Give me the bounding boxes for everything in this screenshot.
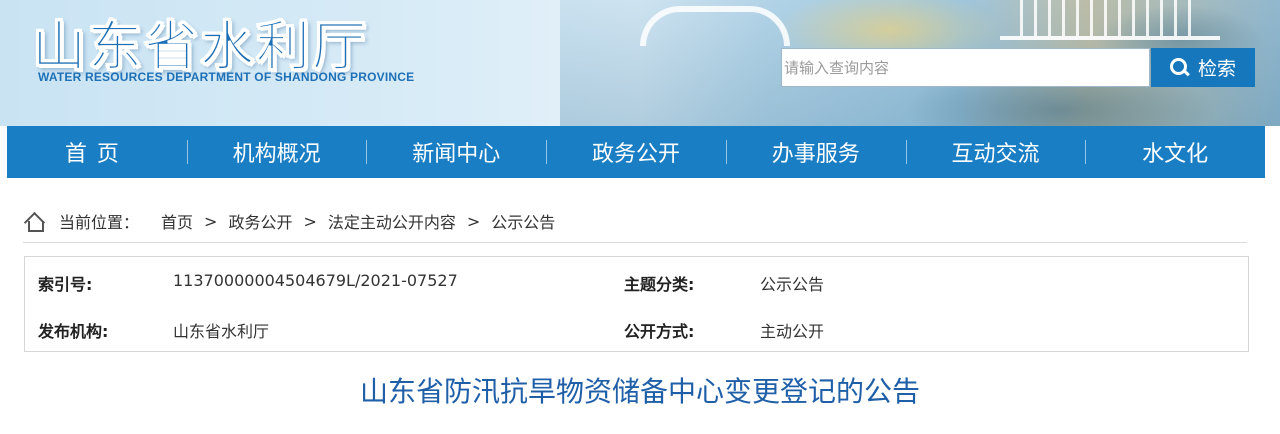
method-value: 主动公开 [760,322,825,341]
breadcrumb-statutory-disclosure[interactable]: 法定主动公开内容 [328,209,456,233]
header-banner: 山东省水利厅 WATER RESOURCES DEPARTMENT OF SHA… [0,0,1280,126]
index-value: 11370000004504679L/2021-07527 [173,271,458,290]
main-nav: 首页 机构概况 新闻中心 政务公开 办事服务 互动交流 水文化 [7,126,1265,178]
publisher-value: 山东省水利厅 [173,322,270,341]
search-button-label: 检索 [1197,58,1236,80]
method-label: 公开方式: [624,322,695,341]
topic-label: 主题分类: [624,275,695,294]
nav-item-interaction[interactable]: 互动交流 [905,126,1086,178]
index-label: 索引号: [38,275,93,294]
breadcrumb-government-affairs[interactable]: 政务公开 [228,209,292,233]
search-button[interactable]: 检索 [1151,48,1255,87]
breadcrumb: 当前位置： 首页 > 政务公开 > 法定主动公开内容 > 公示公告 [23,208,555,234]
nav-item-news[interactable]: 新闻中心 [366,126,546,178]
search-input[interactable] [781,48,1150,87]
home-icon [23,211,45,232]
article-title: 山东省防汛抗旱物资储备中心变更登记的公告 [359,375,920,408]
topic-value: 公示公告 [760,275,825,294]
publisher-label: 发布机构: [38,322,109,341]
site-logo-english: WATER RESOURCES DEPARTMENT OF SHANDONG P… [38,70,415,84]
nav-item-services[interactable]: 办事服务 [725,126,906,178]
document-info-box: 索引号: 11370000004504679L/2021-07527 主题分类:… [24,256,1249,352]
nav-item-government-affairs[interactable]: 政务公开 [546,126,726,178]
breadcrumb-separator: > [204,211,218,231]
nav-item-organization[interactable]: 机构概况 [186,126,367,178]
breadcrumb-label: 当前位置： [59,213,140,232]
breadcrumb-separator: > [303,211,317,231]
breadcrumb-separator: > [466,211,481,231]
breadcrumb-home[interactable]: 首页 [161,209,193,233]
search-icon [1169,57,1190,78]
nav-item-water-culture[interactable]: 水文化 [1085,126,1265,178]
nav-item-home[interactable]: 首页 [7,126,187,178]
breadcrumb-announcements[interactable]: 公示公告 [491,209,555,233]
banner-bridge-graphic [640,6,790,46]
banner-pavilion-graphic [1000,0,1220,40]
divider [23,242,1247,243]
